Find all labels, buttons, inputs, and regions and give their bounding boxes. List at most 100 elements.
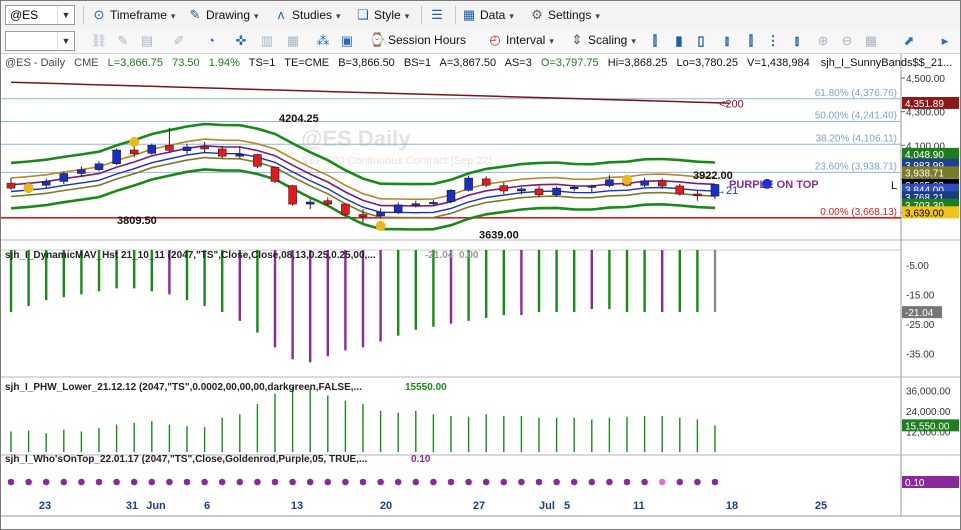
fit-icon[interactable]: ▦ bbox=[861, 31, 881, 51]
ohlc-style-icon[interactable]: ⫾ bbox=[717, 31, 737, 51]
wot-dot bbox=[500, 478, 508, 486]
candle-body bbox=[6, 182, 16, 189]
marker-dot bbox=[762, 178, 772, 189]
date-axis-label: 25 bbox=[815, 500, 827, 512]
header-te: TE=CME bbox=[284, 57, 329, 69]
candle-body bbox=[393, 204, 403, 213]
line-style-icon[interactable]: ⫾ bbox=[787, 31, 807, 51]
candle-body bbox=[517, 188, 526, 192]
crosshair-icon[interactable]: ✜ bbox=[231, 31, 251, 51]
scaling-button[interactable]: ⇕ Scaling ▾ bbox=[569, 30, 636, 50]
draw-icon[interactable]: ✐ bbox=[169, 31, 189, 51]
studies-button[interactable]: ʌ Studies ▾ bbox=[273, 5, 341, 25]
candle-body bbox=[182, 146, 192, 151]
style-icon: ❏ bbox=[357, 7, 369, 22]
hollow-candle-icon[interactable]: ▯ bbox=[691, 31, 711, 51]
dmav-tick-label: -25.00 bbox=[906, 320, 935, 331]
studies-label: Studies bbox=[292, 8, 333, 22]
dmav-tag-label: -21.04 bbox=[905, 308, 934, 319]
price-chart[interactable]: @ES DailyS&P 500 Continuous Contract [Se… bbox=[1, 54, 960, 529]
signal-dot bbox=[375, 220, 386, 231]
fib-label: 38.20% (4,106.11) bbox=[815, 133, 897, 144]
candle-body bbox=[253, 154, 262, 167]
header-exchange: CME bbox=[74, 57, 98, 69]
wot-dot bbox=[324, 478, 332, 486]
recent-high-label: 3922.00 bbox=[693, 170, 733, 182]
wot-dot bbox=[148, 478, 156, 486]
settings-button[interactable]: ⚙ Settings ▾ bbox=[529, 5, 600, 25]
wot-dot bbox=[236, 478, 244, 486]
swing-high-label: 4204.25 bbox=[279, 113, 319, 125]
indicators-icon[interactable]: ⁂ bbox=[313, 31, 333, 51]
wot-panel-title: sjh_I_Who'sOnTop_22.01.17 (2047,"TS",Clo… bbox=[5, 454, 368, 465]
dmav-value: -21.04 bbox=[425, 250, 454, 261]
candle-body bbox=[94, 163, 104, 170]
wot-dot bbox=[588, 478, 596, 486]
wot-dot bbox=[271, 478, 279, 486]
date-axis-label: 20 bbox=[380, 500, 392, 512]
wot-dot bbox=[130, 478, 138, 486]
drawing-button[interactable]: ✎ Drawing ▾ bbox=[187, 5, 259, 25]
fib-label: 23.60% (3,938.71) bbox=[815, 161, 897, 172]
candle-body bbox=[587, 185, 597, 188]
candle-body bbox=[411, 203, 421, 206]
gauge-icon[interactable]: ◔ bbox=[201, 31, 221, 51]
candle-body bbox=[323, 200, 333, 205]
bars-icon[interactable]: ▥ bbox=[257, 31, 277, 51]
symbol-combo[interactable]: @ES ▼ bbox=[5, 5, 75, 25]
interval-combo[interactable]: ▼ bbox=[5, 31, 75, 51]
wot-dot bbox=[570, 478, 578, 486]
candle-body bbox=[200, 146, 209, 150]
candle-body bbox=[446, 190, 456, 202]
settings-label: Settings bbox=[548, 8, 592, 22]
studies-icon: ʌ bbox=[277, 7, 285, 22]
candle-body bbox=[499, 185, 509, 192]
wot-dot bbox=[289, 478, 296, 486]
table-icon[interactable]: ▤ bbox=[137, 31, 157, 51]
drawing-label: Drawing bbox=[206, 8, 251, 22]
chevron-down-icon: ▾ bbox=[254, 11, 259, 21]
more-icon[interactable]: ▸ bbox=[935, 31, 955, 51]
grid-icon[interactable]: ▦ bbox=[283, 31, 303, 51]
symbol-combo-value: @ES bbox=[10, 8, 39, 22]
date-axis-label: 18 bbox=[726, 500, 738, 512]
link-icon[interactable]: ⛓ bbox=[89, 31, 109, 51]
header-change: 73.50 bbox=[172, 57, 200, 69]
candle-style-icon[interactable]: ▮ bbox=[669, 31, 689, 51]
timeframe-button[interactable]: ⊙ Timeframe ▾ bbox=[91, 5, 176, 25]
symbol-dropdown-icon[interactable]: ▼ bbox=[57, 6, 74, 24]
wot-dot bbox=[518, 478, 525, 486]
header-symbol: @ES - Daily bbox=[5, 57, 66, 69]
dot-style-icon[interactable]: ⋮ bbox=[763, 31, 783, 51]
arrow-label: →21 bbox=[715, 185, 738, 197]
phw-tick-label: 24,000.00 bbox=[906, 407, 951, 418]
interval-button[interactable]: ◴ Interval ▾ bbox=[487, 30, 554, 50]
purple-on-top-label: PURPLE ON TOP bbox=[729, 179, 819, 191]
zoom-in-icon[interactable]: ⊕ bbox=[813, 31, 833, 51]
header-ts: TS=1 bbox=[249, 57, 276, 69]
edit-icon[interactable]: ✎ bbox=[113, 31, 133, 51]
price-tag-label: 4,351.89 bbox=[905, 99, 944, 110]
data-label: Data bbox=[480, 8, 506, 22]
save-icon[interactable]: ▣ bbox=[337, 31, 357, 51]
toolbar-separator bbox=[421, 6, 422, 24]
session-hours-button[interactable]: ⌚ Session Hours bbox=[369, 30, 466, 50]
session-hours-label: Session Hours bbox=[388, 33, 467, 47]
data-button[interactable]: ▦ Data ▾ bbox=[461, 5, 514, 25]
header-ask: A=3,867.50 bbox=[440, 57, 497, 69]
hlc-style-icon[interactable]: ⫿ bbox=[741, 31, 761, 51]
add-study-icon[interactable]: ⬈ bbox=[899, 31, 919, 51]
interval-dropdown-icon[interactable]: ▼ bbox=[57, 32, 74, 50]
wot-dot bbox=[394, 478, 402, 486]
candle-body bbox=[605, 179, 614, 186]
chevron-down-icon: ▾ bbox=[336, 11, 341, 21]
chevron-down-icon: ▾ bbox=[595, 11, 600, 21]
layout-button[interactable]: ☰ bbox=[429, 5, 448, 25]
header-ask-size: AS=3 bbox=[505, 57, 532, 69]
zoom-out-icon[interactable]: ⊖ bbox=[837, 31, 857, 51]
bar-style-icon[interactable]: ⫿ bbox=[645, 31, 665, 51]
phw-tag-label: 15,550.00 bbox=[905, 421, 950, 432]
style-button[interactable]: ❏ Style ▾ bbox=[355, 5, 409, 25]
candle-body bbox=[657, 180, 667, 187]
swing-low-label: 3639.00 bbox=[479, 230, 519, 242]
